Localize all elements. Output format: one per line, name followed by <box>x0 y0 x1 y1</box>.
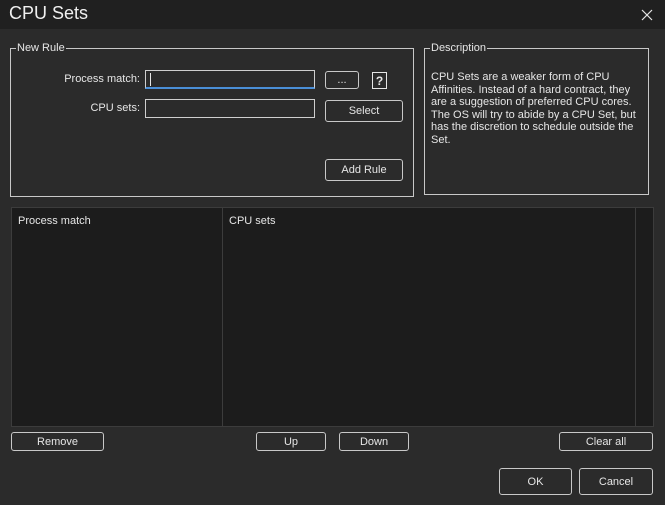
clear-all-button[interactable]: Clear all <box>559 432 653 451</box>
title-bar: CPU Sets <box>0 0 665 29</box>
description-group: Description CPU Sets are a weaker form o… <box>424 42 649 195</box>
column-divider[interactable] <box>635 208 636 426</box>
column-header-cpu-sets[interactable]: CPU sets <box>223 208 635 234</box>
window-title: CPU Sets <box>9 3 89 23</box>
close-icon <box>641 9 653 20</box>
new-rule-group-title: New Rule <box>16 42 66 54</box>
description-text: CPU Sets are a weaker form of CPU Affini… <box>431 71 636 146</box>
help-icon[interactable]: ? <box>372 72 387 89</box>
process-match-input[interactable] <box>145 70 315 89</box>
close-button[interactable] <box>629 0 665 29</box>
description-group-title: Description <box>430 42 488 54</box>
ok-button[interactable]: OK <box>499 468 572 495</box>
cpu-sets-input[interactable] <box>145 99 315 118</box>
column-header-process-match[interactable]: Process match <box>12 208 222 234</box>
move-up-button[interactable]: Up <box>256 432 326 451</box>
cancel-button[interactable]: Cancel <box>579 468 653 495</box>
rules-list[interactable]: Process match CPU sets <box>11 207 654 427</box>
text-caret <box>150 73 151 86</box>
browse-process-button[interactable]: ... <box>325 71 359 89</box>
new-rule-group: New Rule Process match: ... ? CPU sets: … <box>10 42 414 197</box>
remove-button[interactable]: Remove <box>11 432 104 451</box>
move-down-button[interactable]: Down <box>339 432 409 451</box>
cpu-sets-label: CPU sets: <box>90 102 140 114</box>
select-button[interactable]: Select <box>325 100 403 122</box>
add-rule-button[interactable]: Add Rule <box>325 159 403 181</box>
process-match-label: Process match: <box>64 73 140 85</box>
column-divider[interactable] <box>222 208 223 426</box>
